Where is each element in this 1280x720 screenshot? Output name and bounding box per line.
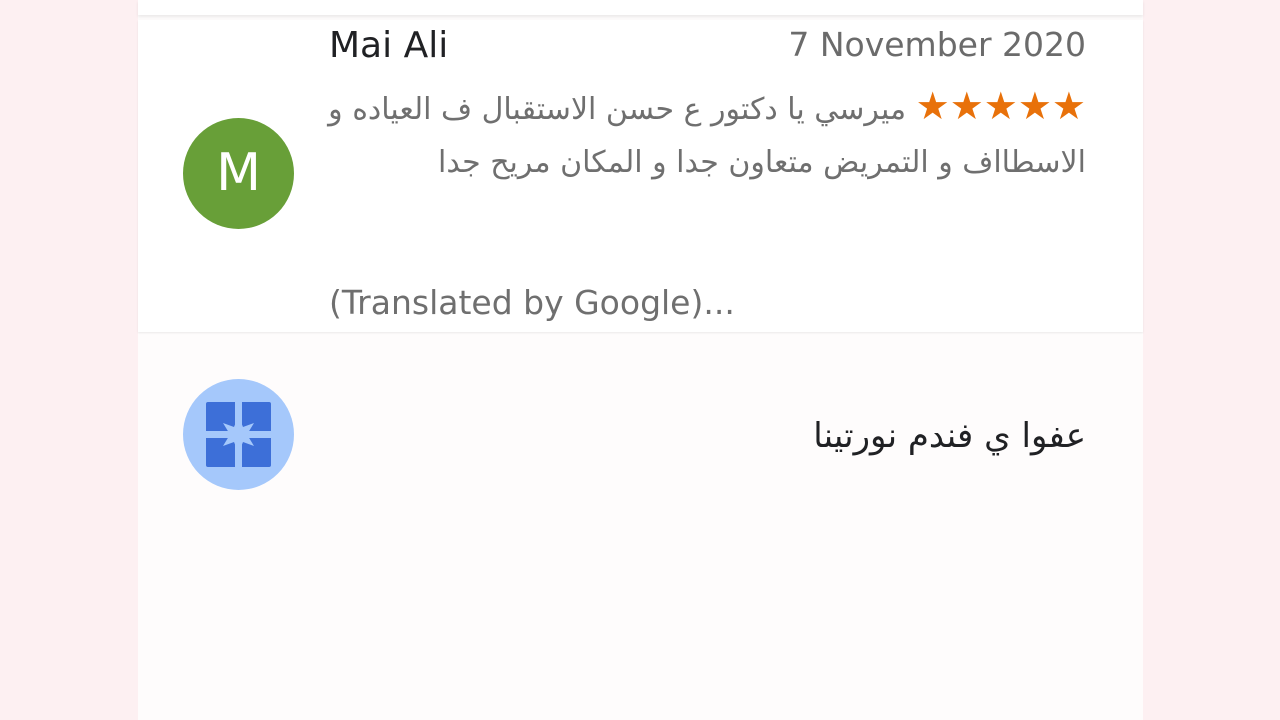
business-avatar (183, 379, 294, 490)
review-body: ★★★★★ ميرسي يا دكتور ع حسن الاستقبال ف ا… (318, 80, 1086, 189)
avatar-letter: M (216, 143, 261, 203)
business-icon (206, 402, 271, 467)
previous-card-edge (138, 0, 1143, 15)
reviewer-name[interactable]: Mai Ali (329, 25, 448, 66)
review-date: 7 November 2020 (788, 25, 1086, 64)
owner-reply-text: عفوا ي فندم نورتينا (813, 416, 1086, 456)
reviews-panel: M Mai Ali 7 November 2020 ★★★★★ ميرسي يا… (138, 0, 1143, 720)
translated-by-google-link[interactable]: (Translated by Google)... (329, 283, 735, 322)
owner-reply-card: عفوا ي فندم نورتينا (138, 336, 1143, 720)
star-rating: ★★★★★ (915, 84, 1086, 128)
reviewer-avatar[interactable]: M (183, 118, 294, 229)
review-card[interactable]: M Mai Ali 7 November 2020 ★★★★★ ميرسي يا… (138, 20, 1143, 332)
